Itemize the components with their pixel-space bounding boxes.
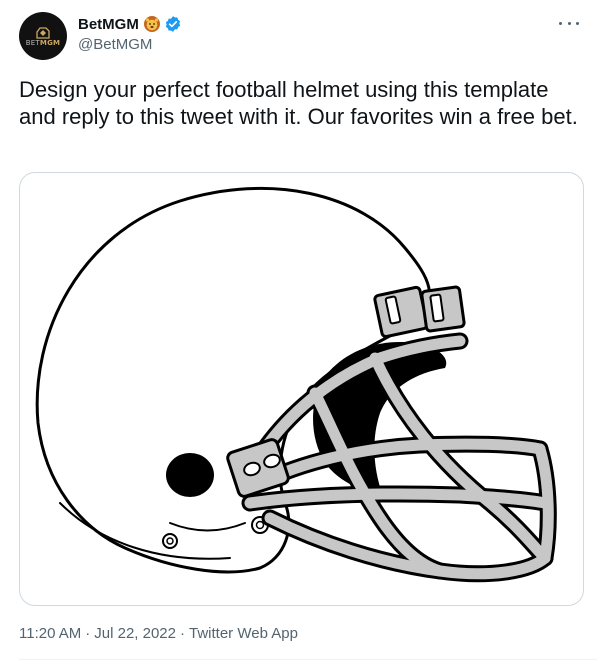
tweet-timestamp-time[interactable]: 11:20 AM xyxy=(19,625,81,642)
separator: · xyxy=(85,625,91,642)
avatar[interactable]: BETMGM xyxy=(19,12,67,60)
handle[interactable]: @BetMGM xyxy=(78,36,152,53)
tweet-source-link[interactable]: Twitter Web App xyxy=(189,625,298,642)
tweet-image[interactable] xyxy=(19,172,584,606)
tweet-text: Design your perfect football helmet usin… xyxy=(19,77,578,129)
tweet-timestamp-date[interactable]: Jul 22, 2022 xyxy=(94,625,176,642)
lion-icon xyxy=(143,15,161,33)
separator: · xyxy=(180,625,185,642)
dot xyxy=(559,21,562,25)
author-name-row: BetMGM xyxy=(78,13,182,35)
mgm-lion-logo-icon xyxy=(36,26,50,39)
display-name[interactable]: BetMGM xyxy=(78,16,139,33)
football-helmet-outline-icon xyxy=(35,186,557,583)
dot xyxy=(576,21,579,25)
tweet-metadata: 11:20 AM · Jul 22, 2022 · Twitter Web Ap… xyxy=(19,625,298,642)
divider xyxy=(19,659,597,660)
dot xyxy=(567,21,571,25)
more-options-icon[interactable] xyxy=(559,16,579,30)
avatar-wordmark: BETMGM xyxy=(25,38,61,47)
verified-badge-icon xyxy=(164,15,182,33)
